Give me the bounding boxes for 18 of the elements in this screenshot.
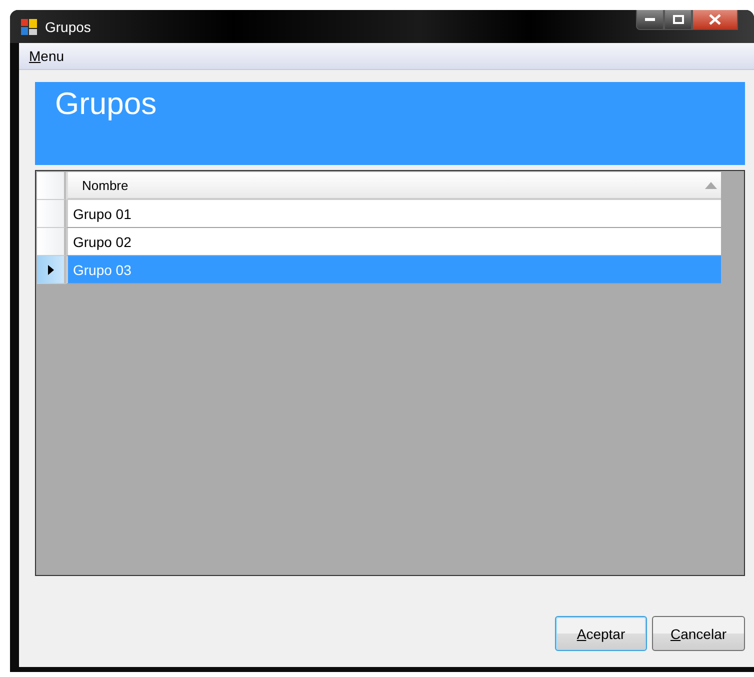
table-cell[interactable]: Grupo 02 [66, 228, 721, 256]
close-button[interactable] [692, 10, 738, 30]
row-header[interactable] [37, 256, 66, 284]
minimize-icon [645, 18, 655, 22]
current-row-icon [48, 264, 54, 274]
table-cell[interactable]: Grupo 01 [66, 200, 721, 228]
window-title: Grupos [45, 18, 91, 34]
dialog-button[interactable]: Cancelar [652, 616, 745, 651]
close-icon [709, 14, 721, 25]
maximize-icon [672, 15, 684, 24]
column-header[interactable]: Nombre [66, 172, 721, 200]
maximize-button[interactable] [664, 10, 692, 30]
minimize-button[interactable] [636, 10, 664, 30]
app-icon [21, 18, 37, 34]
header-title: Grupos [55, 86, 157, 121]
corner-header [37, 172, 66, 200]
dialog-button[interactable]: Aceptar [555, 616, 647, 651]
menu-item[interactable]: Menu [19, 48, 74, 64]
